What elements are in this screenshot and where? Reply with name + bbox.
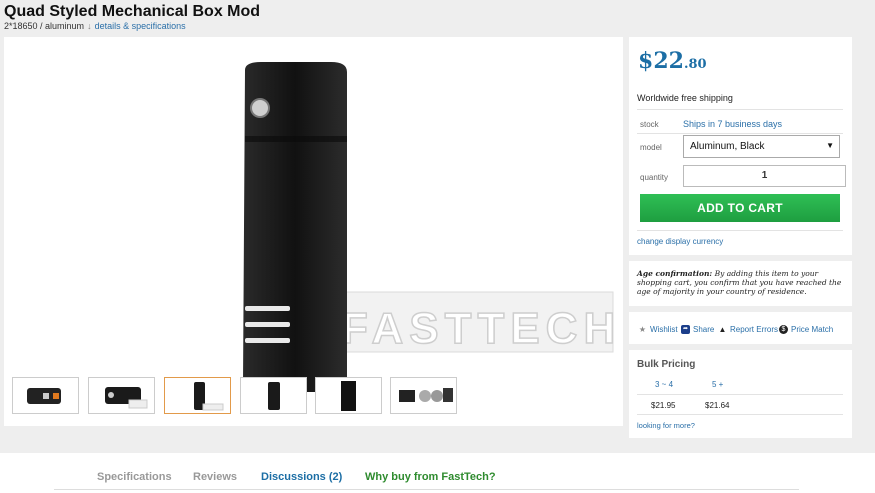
- thumbnail-4[interactable]: [240, 377, 307, 414]
- age-confirmation-card: Age confirmation: By adding this item to…: [629, 261, 852, 306]
- price-match-label: Price Match: [791, 325, 834, 334]
- quantity-input[interactable]: 1: [683, 165, 846, 187]
- product-title: Quad Styled Mechanical Box Mod: [4, 3, 261, 20]
- bulk-pricing-card: Bulk Pricing 3 ~ 4 5 + $21.95 $21.64 loo…: [629, 350, 852, 438]
- stock-value: Ships in 7 business days: [683, 119, 783, 129]
- looking-for-more-link[interactable]: looking for more?: [637, 421, 695, 430]
- bulk-tier-price: $21.64: [705, 401, 730, 410]
- divider: [637, 109, 843, 110]
- thumbnail-1[interactable]: [12, 377, 79, 414]
- tab-reviews[interactable]: Reviews: [193, 471, 237, 483]
- star-icon: ★: [638, 325, 647, 334]
- bulk-tier-qty: 3 ~ 4: [655, 380, 674, 389]
- main-product-image[interactable]: FASTTECH: [231, 62, 621, 397]
- change-currency-link[interactable]: change display currency: [637, 237, 723, 246]
- product-price: $22.80: [638, 48, 707, 74]
- price-match-link[interactable]: $ Price Match: [779, 325, 833, 334]
- thumbnail-6[interactable]: [390, 377, 457, 414]
- details-link[interactable]: details & specifications: [95, 21, 186, 31]
- tabs-divider: [54, 489, 799, 490]
- wishlist-label: Wishlist: [650, 325, 678, 334]
- price-cents: .80: [683, 57, 707, 72]
- dropdown-arrow-icon: ▼: [826, 141, 834, 150]
- divider: [637, 230, 843, 231]
- dollar-icon: $: [779, 325, 788, 334]
- bulk-tier-price: $21.95: [651, 401, 676, 410]
- price-card: $22.80 Worldwide free shipping stock Shi…: [629, 37, 852, 255]
- warning-icon: ▲: [718, 325, 727, 334]
- down-arrow-icon: ↓: [87, 21, 92, 31]
- tab-discussions[interactable]: Discussions (2): [261, 471, 342, 483]
- quantity-label: quantity: [640, 173, 669, 182]
- price-currency: $: [638, 48, 654, 74]
- divider: [637, 394, 843, 395]
- share-link[interactable]: ➦ Share: [681, 325, 714, 334]
- stock-label: stock: [640, 120, 659, 129]
- share-icon: ➦: [681, 325, 690, 334]
- thumbnail-5[interactable]: [315, 377, 382, 414]
- tab-why-buy[interactable]: Why buy from FastTech?: [365, 471, 496, 483]
- report-label: Report Errors: [730, 325, 779, 334]
- bulk-pricing-title: Bulk Pricing: [637, 359, 696, 370]
- wishlist-link[interactable]: ★ Wishlist: [638, 325, 678, 334]
- add-to-cart-button[interactable]: ADD TO CART: [640, 194, 840, 222]
- divider: [637, 414, 843, 415]
- product-gallery: FASTTECH: [4, 37, 623, 426]
- shipping-info: Worldwide free shipping: [637, 93, 733, 103]
- watermark-stand: FASTTECH: [330, 291, 621, 354]
- price-dollars: 22: [653, 48, 684, 74]
- thumbnail-2[interactable]: [88, 377, 155, 414]
- model-select[interactable]: Aluminum, Black ▼: [683, 135, 840, 158]
- actions-card: ★ Wishlist ➦ Share ▲ Report Errors $ Price M…: [629, 312, 852, 344]
- product-subtitle: 2*18650 / aluminum ↓ details & specificati…: [4, 21, 186, 31]
- report-errors-link[interactable]: ▲ Report Errors: [718, 325, 778, 334]
- model-selected-value: Aluminum, Black: [690, 141, 765, 152]
- watermark-text: FASTTECH: [341, 304, 621, 353]
- product-tabs: Specifications Reviews Discussions (2) W…: [0, 453, 875, 493]
- model-label: model: [640, 143, 662, 152]
- spec-summary: 2*18650 / aluminum: [4, 21, 85, 31]
- age-heading: Age confirmation:: [637, 269, 713, 278]
- bulk-tier-qty: 5 +: [712, 380, 724, 389]
- share-label: Share: [693, 325, 715, 334]
- thumbnail-3[interactable]: [164, 377, 231, 414]
- tab-specifications[interactable]: Specifications: [97, 471, 172, 483]
- age-confirmation-text: Age confirmation: By adding this item to…: [637, 269, 845, 296]
- divider: [637, 133, 843, 134]
